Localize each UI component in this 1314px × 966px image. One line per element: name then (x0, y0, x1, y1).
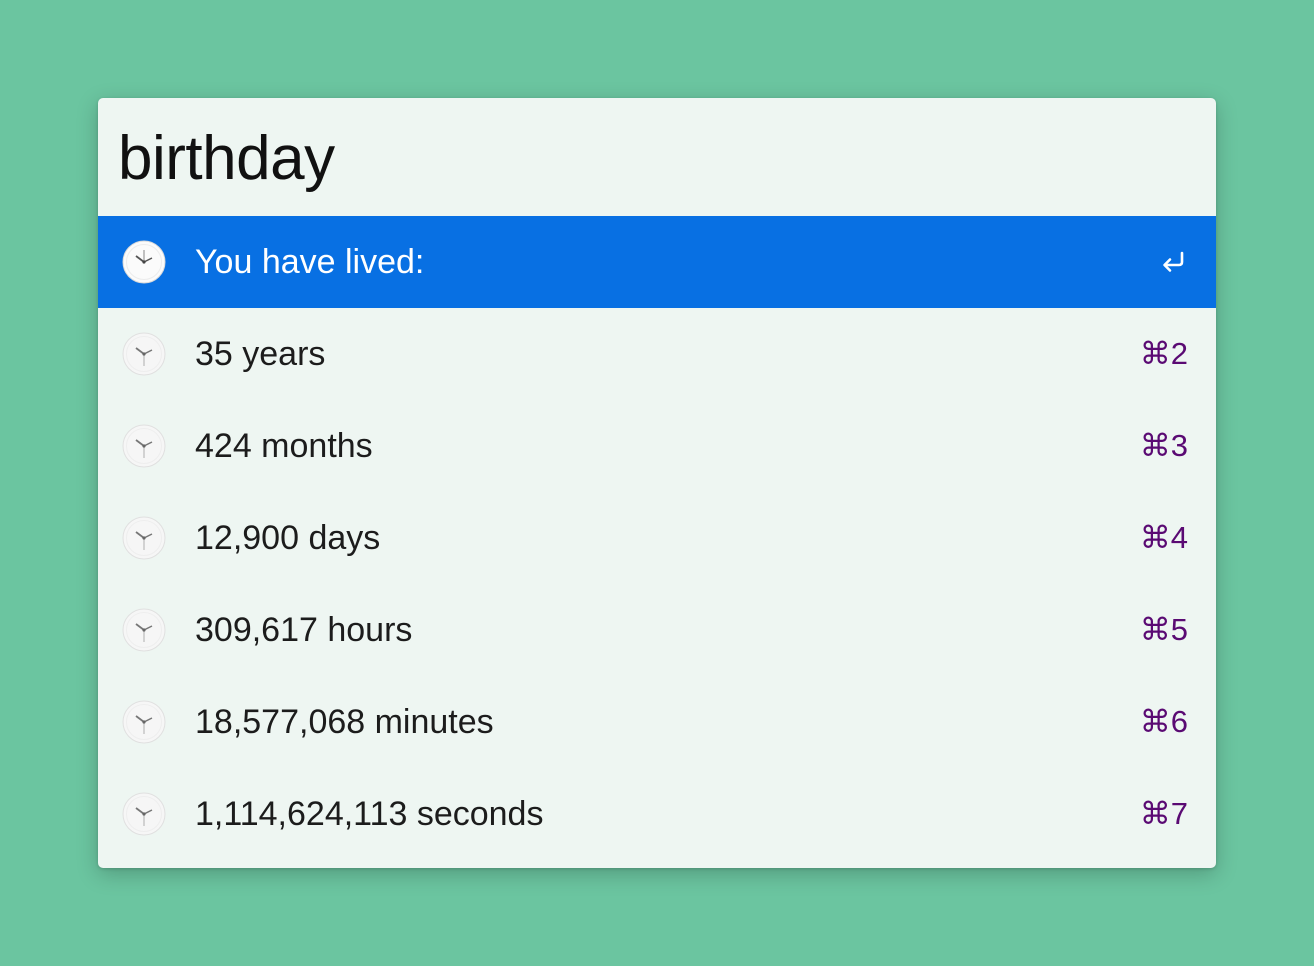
result-label: 424 months (195, 427, 373, 465)
result-shortcut: ⌘6 (1139, 704, 1188, 739)
result-shortcut: ⌘4 (1139, 520, 1188, 555)
clock-icon (122, 608, 166, 652)
launcher-window: You have lived: 35 years (98, 98, 1216, 868)
clock-icon (122, 792, 166, 836)
result-row-lived[interactable]: You have lived: (98, 216, 1216, 308)
result-label: You have lived: (195, 243, 425, 281)
clock-icon (122, 332, 166, 376)
result-row-seconds[interactable]: 1,114,624,113 seconds ⌘7 (98, 768, 1216, 860)
results-list: You have lived: 35 years ⌘2 424 months ⌘… (98, 216, 1216, 860)
result-label: 12,900 days (195, 519, 381, 557)
result-shortcut: ⌘3 (1139, 428, 1188, 463)
result-shortcut: ⌘7 (1139, 796, 1188, 831)
result-label: 35 years (195, 335, 326, 373)
clock-icon (122, 516, 166, 560)
result-label: 309,617 hours (195, 611, 413, 649)
result-shortcut: ⌘2 (1139, 336, 1188, 371)
result-label: 18,577,068 minutes (195, 703, 494, 741)
result-shortcut (1158, 216, 1188, 308)
clock-icon (122, 424, 166, 468)
query-bar (98, 98, 1216, 216)
search-input[interactable] (118, 118, 1188, 198)
result-row-years[interactable]: 35 years ⌘2 (98, 308, 1216, 400)
result-row-days[interactable]: 12,900 days ⌘4 (98, 492, 1216, 584)
clock-icon (122, 700, 166, 744)
result-shortcut: ⌘5 (1139, 612, 1188, 647)
return-key-icon (1163, 251, 1184, 272)
result-row-minutes[interactable]: 18,577,068 minutes ⌘6 (98, 676, 1216, 768)
clock-icon (122, 240, 166, 284)
result-label: 1,114,624,113 seconds (195, 795, 544, 833)
result-row-months[interactable]: 424 months ⌘3 (98, 400, 1216, 492)
result-row-hours[interactable]: 309,617 hours ⌘5 (98, 584, 1216, 676)
